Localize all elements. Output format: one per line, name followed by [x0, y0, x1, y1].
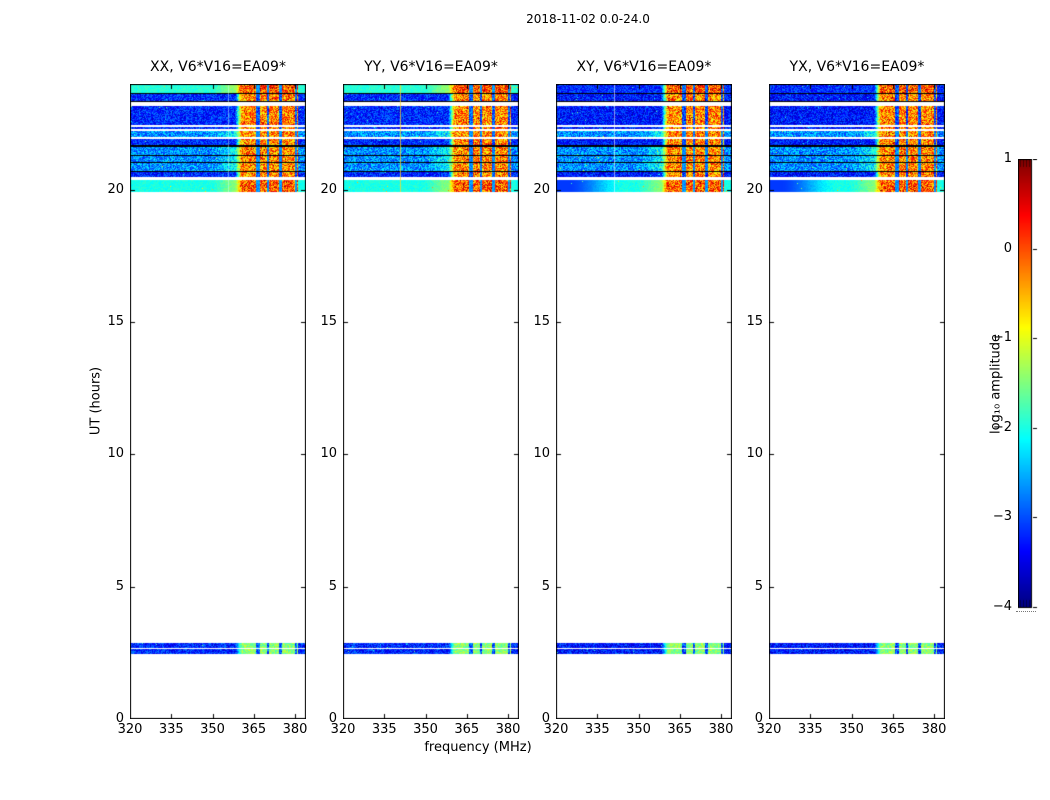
y-tick-label: 5	[94, 580, 124, 594]
x-tick-label: 335	[364, 723, 404, 737]
y-tick-label: 15	[520, 315, 550, 329]
x-tick-label: 365	[234, 723, 274, 737]
y-tick-label: 10	[307, 447, 337, 461]
colorbar-tick-label: 1	[982, 152, 1012, 166]
colorbar-tick-label: −2	[982, 421, 1012, 435]
colorbar-tick-label: 0	[982, 242, 1012, 256]
x-tick-label: 365	[660, 723, 700, 737]
x-tick-label: 350	[193, 723, 233, 737]
panel-title-yx: YX, V6*V16=EA09*	[769, 59, 945, 75]
x-tick-label: 350	[406, 723, 446, 737]
y-tick-label: 10	[733, 447, 763, 461]
y-tick-label: 0	[733, 712, 763, 726]
y-tick-label: 0	[520, 712, 550, 726]
x-tick-label: 335	[790, 723, 830, 737]
colorbar	[1018, 159, 1038, 609]
panel-title-yy: YY, V6*V16=EA09*	[343, 59, 519, 75]
x-tick-label: 335	[577, 723, 617, 737]
y-axis-label: UT (hours)	[89, 367, 104, 435]
x-axis-label: frequency (MHz)	[424, 740, 531, 755]
y-tick-label: 0	[94, 712, 124, 726]
colorbar-extend-dots	[1016, 611, 1036, 612]
y-tick-label: 15	[94, 315, 124, 329]
y-tick-label: 5	[520, 580, 550, 594]
x-tick-label: 335	[151, 723, 191, 737]
y-tick-label: 20	[94, 183, 124, 197]
y-tick-label: 15	[307, 315, 337, 329]
spectrogram-panel-xy	[556, 84, 732, 719]
y-tick-label: 5	[307, 580, 337, 594]
colorbar-tick-label: −1	[982, 331, 1012, 345]
y-tick-label: 5	[733, 580, 763, 594]
x-tick-label: 350	[619, 723, 659, 737]
x-tick-label: 350	[832, 723, 872, 737]
panel-title-xy: XY, V6*V16=EA09*	[556, 59, 732, 75]
y-tick-label: 15	[733, 315, 763, 329]
figure: 2018-11-02 0.0-24.0 XX, V6*V16=EA09* YY,…	[0, 0, 1050, 800]
x-tick-label: 365	[447, 723, 487, 737]
figure-title: 2018-11-02 0.0-24.0	[526, 12, 650, 26]
y-tick-label: 10	[94, 447, 124, 461]
y-tick-label: 10	[520, 447, 550, 461]
colorbar-tick-label: −4	[982, 600, 1012, 614]
y-tick-label: 0	[307, 712, 337, 726]
panel-title-xx: XX, V6*V16=EA09*	[130, 59, 306, 75]
y-tick-label: 20	[307, 183, 337, 197]
spectrogram-panel-yx	[769, 84, 945, 719]
y-tick-label: 20	[733, 183, 763, 197]
spectrogram-panel-xx	[130, 84, 306, 719]
spectrogram-panel-yy	[343, 84, 519, 719]
colorbar-tick-label: −3	[982, 510, 1012, 524]
y-tick-label: 20	[520, 183, 550, 197]
x-tick-label: 365	[873, 723, 913, 737]
x-tick-label: 380	[914, 723, 954, 737]
